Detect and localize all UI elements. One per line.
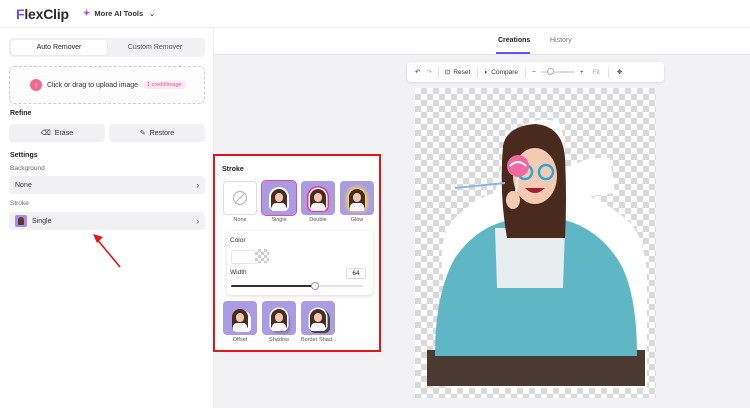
stroke-option-single[interactable]: Single xyxy=(261,180,297,223)
restore-label: Restore xyxy=(149,129,175,137)
stroke-popup-title: Stroke xyxy=(222,166,244,173)
compare-label: Compare xyxy=(491,68,519,76)
reset-button[interactable]: ⊡ Reset xyxy=(444,68,471,77)
eraser-icon: ⌫ xyxy=(40,130,51,137)
stroke-option-label: Offset xyxy=(232,337,248,343)
upload-text: Click or drag to upload image xyxy=(47,81,139,89)
portrait-thumbnail xyxy=(271,309,287,331)
more-ai-tools-label: More AI Tools xyxy=(94,9,144,18)
stroke-label: Stroke xyxy=(10,200,29,207)
stroke-thumbnail xyxy=(15,215,27,227)
top-bar: FlexClip ✦ More AI Tools ⌄ xyxy=(0,0,750,28)
erase-label: Erase xyxy=(54,129,74,137)
stroke-settings-card: Color Width 64 xyxy=(227,231,373,295)
compare-icon: ◐ xyxy=(484,68,489,76)
chevron-down-icon: ⌄ xyxy=(149,10,156,18)
stroke-option-label: Double xyxy=(309,217,327,223)
stroke-option-label: Single xyxy=(271,217,287,223)
background-select[interactable]: None › xyxy=(9,176,205,194)
portrait-thumbnail xyxy=(310,309,326,331)
stroke-options-popup: Stroke None Single Double Glow Color Wid… xyxy=(213,154,381,352)
background-value: None xyxy=(15,181,32,189)
divider xyxy=(525,66,527,78)
stroke-thumb-shadow xyxy=(262,301,296,335)
portrait-thumbnail xyxy=(232,309,248,331)
erase-button[interactable]: ⌫ Erase xyxy=(9,124,105,142)
chevron-right-icon: › xyxy=(196,180,199,190)
color-label: Color xyxy=(230,237,246,244)
undo-icon[interactable]: ↶ xyxy=(415,68,420,76)
redo-icon[interactable]: ↷ xyxy=(426,68,431,76)
zoom-slider[interactable] xyxy=(540,68,575,75)
tab-custom-remover[interactable]: Custom Remover xyxy=(107,40,203,55)
active-tab-indicator xyxy=(496,52,530,54)
width-slider-fill xyxy=(231,285,316,287)
disabled-icon xyxy=(232,190,248,206)
stroke-option-none[interactable]: None xyxy=(223,181,257,223)
portrait-thumbnail xyxy=(271,189,287,211)
chevron-right-icon: › xyxy=(196,216,199,226)
logo-text: lexClip xyxy=(24,5,69,22)
stroke-option-glow[interactable]: Glow xyxy=(340,181,374,223)
fit-button[interactable]: Fit xyxy=(593,69,600,76)
flexclip-logo[interactable]: FlexClip xyxy=(16,6,69,22)
tab-auto-remover[interactable]: Auto Remover xyxy=(11,40,107,55)
credit-badge: 1 credit/image xyxy=(143,81,186,89)
color-swatch-transparent[interactable] xyxy=(255,249,269,263)
stroke-option-shadow[interactable]: Shadow xyxy=(262,301,296,343)
brush-icon: ✎ xyxy=(139,130,146,137)
remover-mode-tabs: Auto Remover Custom Remover xyxy=(9,38,205,57)
portrait-thumbnail xyxy=(310,189,326,211)
zoom-in-icon[interactable]: + xyxy=(580,69,584,76)
compare-button[interactable]: ◐ Compare xyxy=(484,69,518,76)
canvas-tabs: Creations History xyxy=(214,28,750,55)
zoom-slider-handle[interactable] xyxy=(546,68,554,75)
stroke-option-label: Glow xyxy=(350,217,364,223)
stroke-thumb-none xyxy=(223,181,257,215)
background-label: Background xyxy=(10,165,45,172)
logo-initial: F xyxy=(16,5,25,22)
restore-button[interactable]: ✎ Restore xyxy=(109,124,205,142)
width-label: Width xyxy=(230,269,247,276)
upload-icon: ↑ xyxy=(30,79,42,91)
refine-heading: Refine xyxy=(10,110,32,117)
width-value-input[interactable]: 64 xyxy=(346,268,366,279)
move-icon[interactable]: ✥ xyxy=(617,68,622,76)
canvas-toolbar: ↶ ↷ ⊡ Reset ◐ Compare − + Fit ✥ xyxy=(407,62,664,82)
portrait-thumbnail xyxy=(349,189,365,211)
stroke-option-border-shadow[interactable]: Border Shad... xyxy=(301,301,337,343)
stroke-thumb-double xyxy=(301,181,335,215)
stroke-option-double[interactable]: Double xyxy=(301,181,335,223)
stroke-thumb-border-shadow xyxy=(301,301,335,335)
stroke-thumb-glow xyxy=(340,181,374,215)
divider xyxy=(477,66,479,78)
stroke-value: Single xyxy=(32,217,52,225)
color-swatch-white[interactable] xyxy=(231,250,257,264)
reset-label: Reset xyxy=(453,68,471,76)
stroke-option-label: Shadow xyxy=(269,337,289,343)
zoom-out-icon[interactable]: − xyxy=(532,69,536,76)
more-ai-tools-menu[interactable]: ✦ More AI Tools ⌄ xyxy=(83,8,155,19)
left-panel: Auto Remover Custom Remover ↑ Click or d… xyxy=(0,28,214,408)
stroke-option-label: Border Shad... xyxy=(301,337,337,343)
width-slider[interactable] xyxy=(231,282,363,290)
upload-dropzone[interactable]: ↑ Click or drag to upload image 1 credit… xyxy=(9,66,205,104)
stroke-thumb-single xyxy=(261,180,297,216)
sparkle-icon: ✦ xyxy=(82,8,91,18)
tab-creations[interactable]: Creations xyxy=(498,37,530,44)
stroke-thumb-offset xyxy=(223,301,257,335)
stroke-option-offset[interactable]: Offset xyxy=(223,301,257,343)
cutout-sticker-image xyxy=(427,119,647,389)
transparent-canvas[interactable] xyxy=(415,88,656,398)
annotation-arrow-icon xyxy=(93,234,121,268)
stroke-option-label: None xyxy=(233,217,247,223)
width-slider-handle[interactable] xyxy=(311,282,320,290)
divider xyxy=(437,66,439,78)
crop-icon: ⊡ xyxy=(444,69,451,76)
settings-heading: Settings xyxy=(10,152,38,159)
tab-history[interactable]: History xyxy=(550,37,572,44)
stroke-select[interactable]: Single › xyxy=(9,212,205,230)
divider xyxy=(607,66,609,78)
